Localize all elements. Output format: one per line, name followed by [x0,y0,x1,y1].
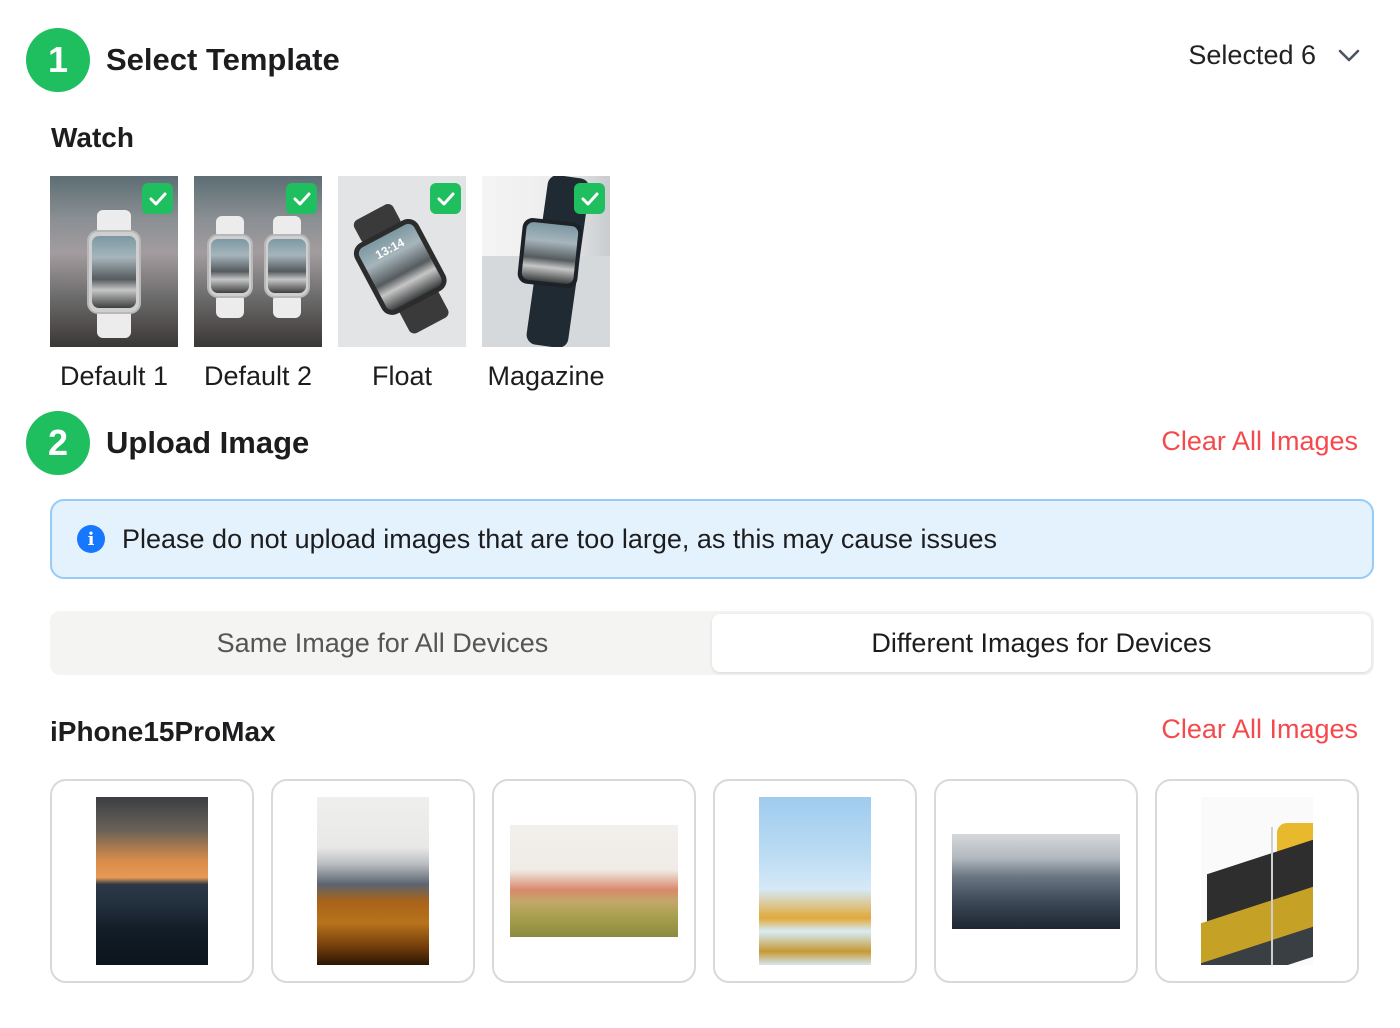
template-list: Default 1 Default 2 13:14 Float Magazine [50,176,610,392]
checkmark-icon [149,192,166,205]
checkbox-checked[interactable] [286,183,317,214]
template-thumbnail [482,176,610,347]
template-name: Magazine [487,361,605,391]
device-group-label: Watch [51,122,134,153]
step-number-badge: 2 [26,411,90,475]
uploaded-image-meadow [510,825,678,937]
info-alert-text: Please do not upload images that are too… [122,523,998,554]
uploaded-image-card[interactable] [934,779,1138,983]
checkbox-checked[interactable] [430,183,461,214]
info-icon: i [77,525,105,553]
template-name: Default 1 [59,361,169,391]
chevron-down-icon [1338,49,1360,61]
step-1-header: 1 Select Template [26,28,340,92]
step-2-header: 2 Upload Image [26,411,309,475]
uploaded-image-list [50,779,1359,983]
tab-same-image[interactable]: Same Image for All Devices [53,614,712,672]
checkmark-icon [437,192,454,205]
template-name: Float [371,361,433,391]
step-number-badge: 1 [26,28,90,92]
template-default-1[interactable]: Default 1 [50,176,178,392]
checkbox-checked[interactable] [574,183,605,214]
uploaded-image-mountains [317,797,429,965]
info-alert: i Please do not upload images that are t… [50,499,1374,579]
template-thumbnail: 13:14 [338,176,466,347]
clear-all-images-button[interactable]: Clear All Images [1161,426,1358,457]
selected-count-label: Selected 6 [1188,40,1316,70]
template-thumbnail [50,176,178,347]
checkmark-icon [581,192,598,205]
step-title: Upload Image [106,425,310,460]
uploaded-image-card[interactable] [271,779,475,983]
uploaded-image-sunset [96,797,208,965]
uploaded-image-card[interactable] [1155,779,1359,983]
clear-device-images-button[interactable]: Clear All Images [1161,714,1358,745]
template-magazine[interactable]: Magazine [482,176,610,392]
tab-different-images[interactable]: Different Images for Devices [712,614,1371,672]
uploaded-image-flowers [759,797,871,965]
template-name: Default 2 [203,361,313,391]
device-name-label: iPhone15ProMax [50,716,276,747]
uploaded-image-card[interactable] [50,779,254,983]
selected-templates-dropdown[interactable]: Selected 6 [1188,40,1360,71]
uploaded-image-card[interactable] [713,779,917,983]
uploaded-image-building [1201,797,1313,965]
checkbox-checked[interactable] [142,183,173,214]
uploaded-image-forest [952,833,1120,929]
template-float[interactable]: 13:14 Float [338,176,466,392]
step-title: Select Template [106,42,340,77]
checkmark-icon [293,192,310,205]
template-default-2[interactable]: Default 2 [194,176,322,392]
template-thumbnail [194,176,322,347]
uploaded-image-card[interactable] [492,779,696,983]
upload-mode-segmented-control: Same Image for All Devices Different Ima… [50,611,1374,675]
